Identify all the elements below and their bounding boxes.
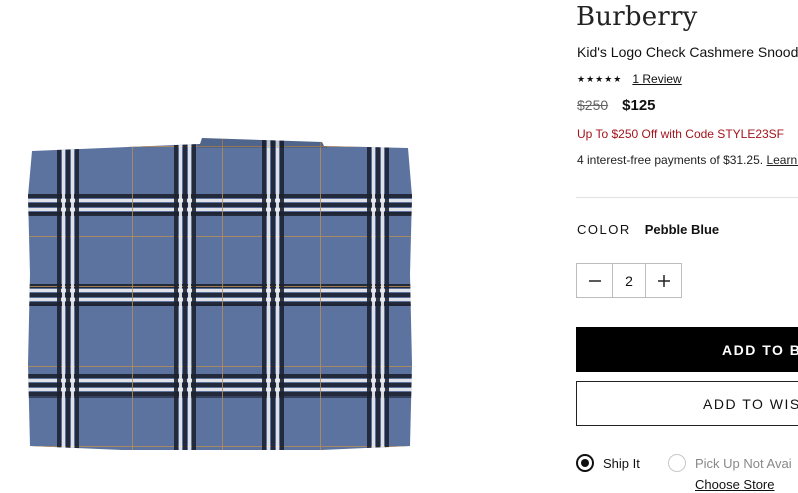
minus-icon [588,279,601,282]
plus-icon [657,274,670,287]
installments-message: 4 interest-free payments of $31.25. Lear… [577,153,798,167]
increase-quantity-button[interactable] [646,264,681,297]
divider [576,197,798,198]
ship-it-radio[interactable] [576,454,594,472]
sale-price: $125 [622,97,656,114]
color-label: COLOR [577,222,631,237]
ship-it-option[interactable]: Ship It [576,454,640,472]
quantity-value[interactable]: 2 [612,264,646,297]
pick-up-label: Pick Up Not Avai [695,455,792,471]
product-title: Kid's Logo Check Cashmere Snood [577,44,798,60]
learn-more-link[interactable]: Learn m [766,153,798,167]
original-price: $250 [577,97,609,113]
star-rating-icon: ★★★★★ [577,73,623,84]
add-to-bag-button[interactable]: ADD TO BA [576,327,798,372]
product-image [22,134,414,452]
color-value: Pebble Blue [644,222,720,237]
brand-name[interactable]: Burberry [576,2,697,32]
rating: ★★★★★ 1 Review [577,72,682,86]
color-selector: COLOR Pebble Blue [577,222,719,237]
promo-message: Up To $250 Off with Code STYLE23SF [577,127,785,141]
pick-up-option[interactable]: Pick Up Not Avai [668,454,792,472]
quantity-stepper: 2 [576,263,682,298]
choose-store-link[interactable]: Choose Store [695,477,775,492]
pick-up-radio[interactable] [668,454,686,472]
installments-text: 4 interest-free payments of $31.25. [577,153,767,167]
decrease-quantity-button[interactable] [577,264,612,297]
reviews-link[interactable]: 1 Review [632,72,681,86]
add-to-wishlist-button[interactable]: ADD TO WISH [576,381,798,426]
price: $250 $125 [577,97,656,114]
ship-it-label: Ship It [603,455,640,471]
